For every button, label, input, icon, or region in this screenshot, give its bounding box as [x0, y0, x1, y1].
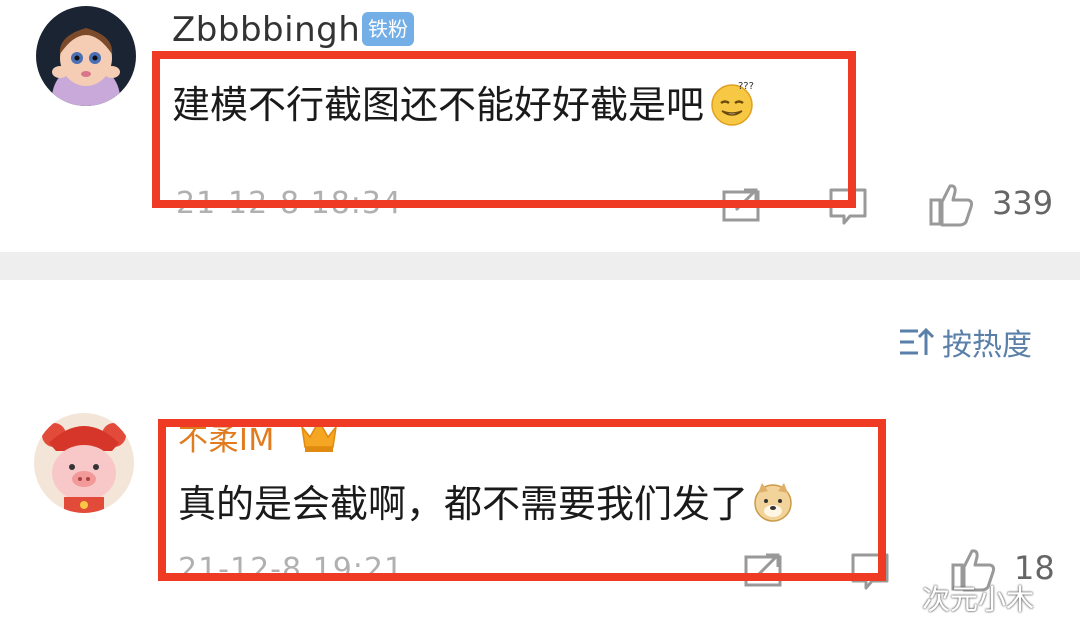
share-icon [744, 553, 782, 587]
comment-text-body: 真的是会截啊，都不需要我们发了 [178, 482, 749, 526]
comment-text: 建模不行截图还不能好好截是吧 ??? [172, 74, 756, 136]
comment-item: 不柔IM 真的是会截啊，都不需要我们发了 21-12-8 19:21 18 [0, 395, 1080, 635]
doge-emoji-icon [752, 481, 794, 532]
thumbs-up-icon [929, 184, 974, 227]
reply-button[interactable] [850, 551, 890, 595]
comment-icon [851, 553, 889, 590]
avatar[interactable] [34, 413, 134, 513]
sort-icon [900, 327, 935, 355]
svg-text:???: ??? [738, 81, 754, 92]
like-button[interactable] [928, 182, 976, 232]
like-count: 339 [992, 184, 1054, 222]
watermark: 次元小木 [922, 583, 1035, 616]
comment-text-body: 建模不行截图还不能好好截是吧 [172, 83, 705, 127]
share-icon [722, 188, 760, 222]
crown-icon [298, 413, 340, 455]
sort-label: 按热度 [942, 328, 1032, 363]
fan-badge: 铁粉 [362, 12, 414, 46]
comment-text: 真的是会截啊，都不需要我们发了 [178, 473, 794, 532]
sort-toggle[interactable]: 按热度 [898, 320, 1032, 364]
reply-button[interactable] [828, 186, 868, 230]
share-button[interactable] [744, 551, 784, 591]
avatar[interactable] [36, 6, 136, 106]
timestamp: 21-12-8 19:21 [178, 552, 405, 587]
share-button[interactable] [722, 186, 762, 226]
dizzy-smile-emoji-icon: ??? [708, 79, 756, 136]
comment-item: Zbbbbingh 铁粉 建模不行截图还不能好好截是吧 ??? 21-12-8 … [0, 0, 1080, 252]
username[interactable]: Zbbbbingh [172, 10, 360, 50]
username[interactable]: 不柔IM [178, 415, 275, 459]
section-divider [0, 252, 1080, 280]
timestamp: 21-12-8 18:34 [176, 186, 403, 221]
comment-icon [829, 188, 867, 225]
